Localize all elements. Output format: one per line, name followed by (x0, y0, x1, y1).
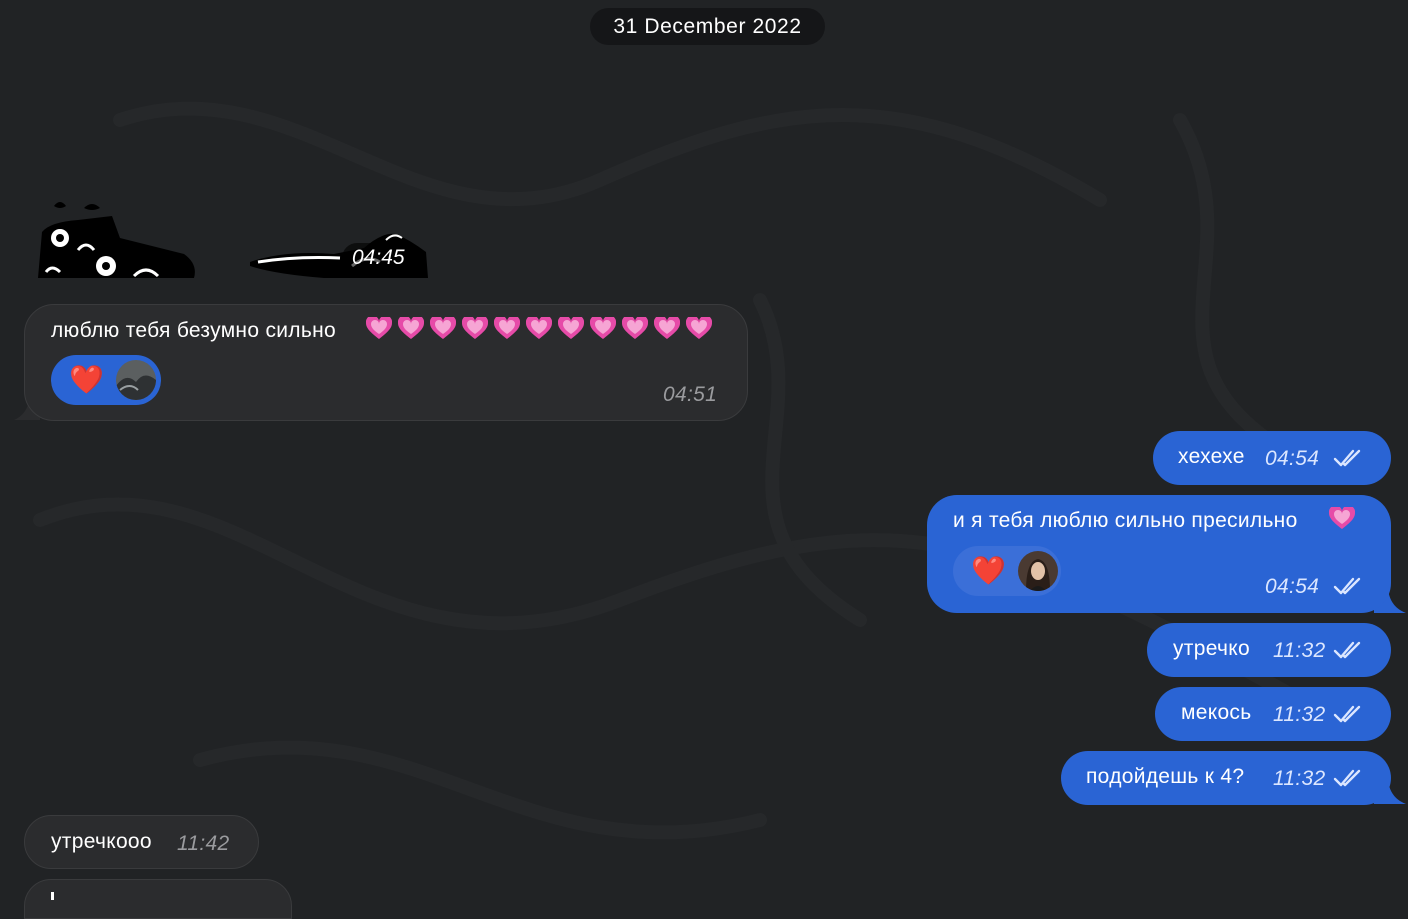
outgoing-message[interactable]: подойдешь к 4? 11:32 (1061, 751, 1391, 805)
read-checkmarks-icon (1333, 641, 1361, 659)
message-text: утречкооо (51, 830, 152, 853)
message-time: 11:32 (1273, 767, 1326, 790)
pink-heart-icon (590, 317, 616, 339)
pink-heart-icon (366, 317, 392, 339)
pink-heart-icon (686, 317, 712, 339)
avatar (1017, 551, 1058, 591)
pink-heart-icon (526, 317, 552, 339)
message-time: 11:32 (1273, 639, 1326, 662)
incoming-message[interactable]: утречкооо 11:42 (24, 815, 259, 869)
message-text: люблю тебя безумно сильно (51, 319, 336, 342)
emoji-row (366, 317, 712, 341)
message-text: подойдешь к 4? (1086, 765, 1245, 788)
message-text: и я тебя люблю сильно пресильно (953, 509, 1298, 532)
message-time: 04:51 (663, 383, 718, 406)
read-checkmarks-icon (1333, 705, 1361, 723)
read-checkmarks-icon (1333, 449, 1361, 467)
text-cursor (51, 892, 54, 900)
message-time: 04:54 (1265, 447, 1320, 470)
message-text: утречко (1173, 637, 1250, 660)
read-checkmarks-icon (1333, 577, 1361, 595)
incoming-message[interactable] (24, 879, 292, 919)
read-checkmarks-icon (1333, 769, 1361, 787)
pink-heart-icon (558, 317, 584, 339)
message-time: 04:54 (1265, 575, 1320, 598)
message-time: 11:32 (1273, 703, 1326, 726)
pink-heart-icon (494, 317, 520, 339)
reaction-pill[interactable]: ❤️ (953, 546, 1061, 596)
pink-heart-icon (398, 317, 424, 339)
pink-heart-icon (622, 317, 648, 339)
reaction-pill[interactable]: ❤️ (51, 355, 161, 405)
message-text: хехехе (1178, 445, 1245, 468)
pink-heart-icon (654, 317, 680, 339)
heart-reaction-icon: ❤️ (971, 555, 1006, 586)
incoming-message[interactable]: люблю тебя безумно сильно ❤️ 04:51 (24, 304, 748, 421)
message-text: мекось (1181, 701, 1252, 724)
pink-heart-icon (1329, 507, 1355, 529)
outgoing-message[interactable]: и я тебя люблю сильно пресильно ❤️ 04:54 (927, 495, 1391, 613)
pink-heart-icon (430, 317, 456, 339)
avatar (115, 360, 156, 400)
message-time: 11:42 (177, 832, 230, 855)
outgoing-message[interactable]: хехехе 04:54 (1153, 431, 1391, 485)
outgoing-message[interactable]: утречко 11:32 (1147, 623, 1391, 677)
date-separator: 31 December 2022 (590, 8, 825, 45)
pink-heart-icon (462, 317, 488, 339)
message-time: 04:45 (342, 243, 415, 273)
heart-reaction-icon: ❤️ (69, 364, 104, 395)
outgoing-message[interactable]: мекось 11:32 (1155, 687, 1391, 741)
